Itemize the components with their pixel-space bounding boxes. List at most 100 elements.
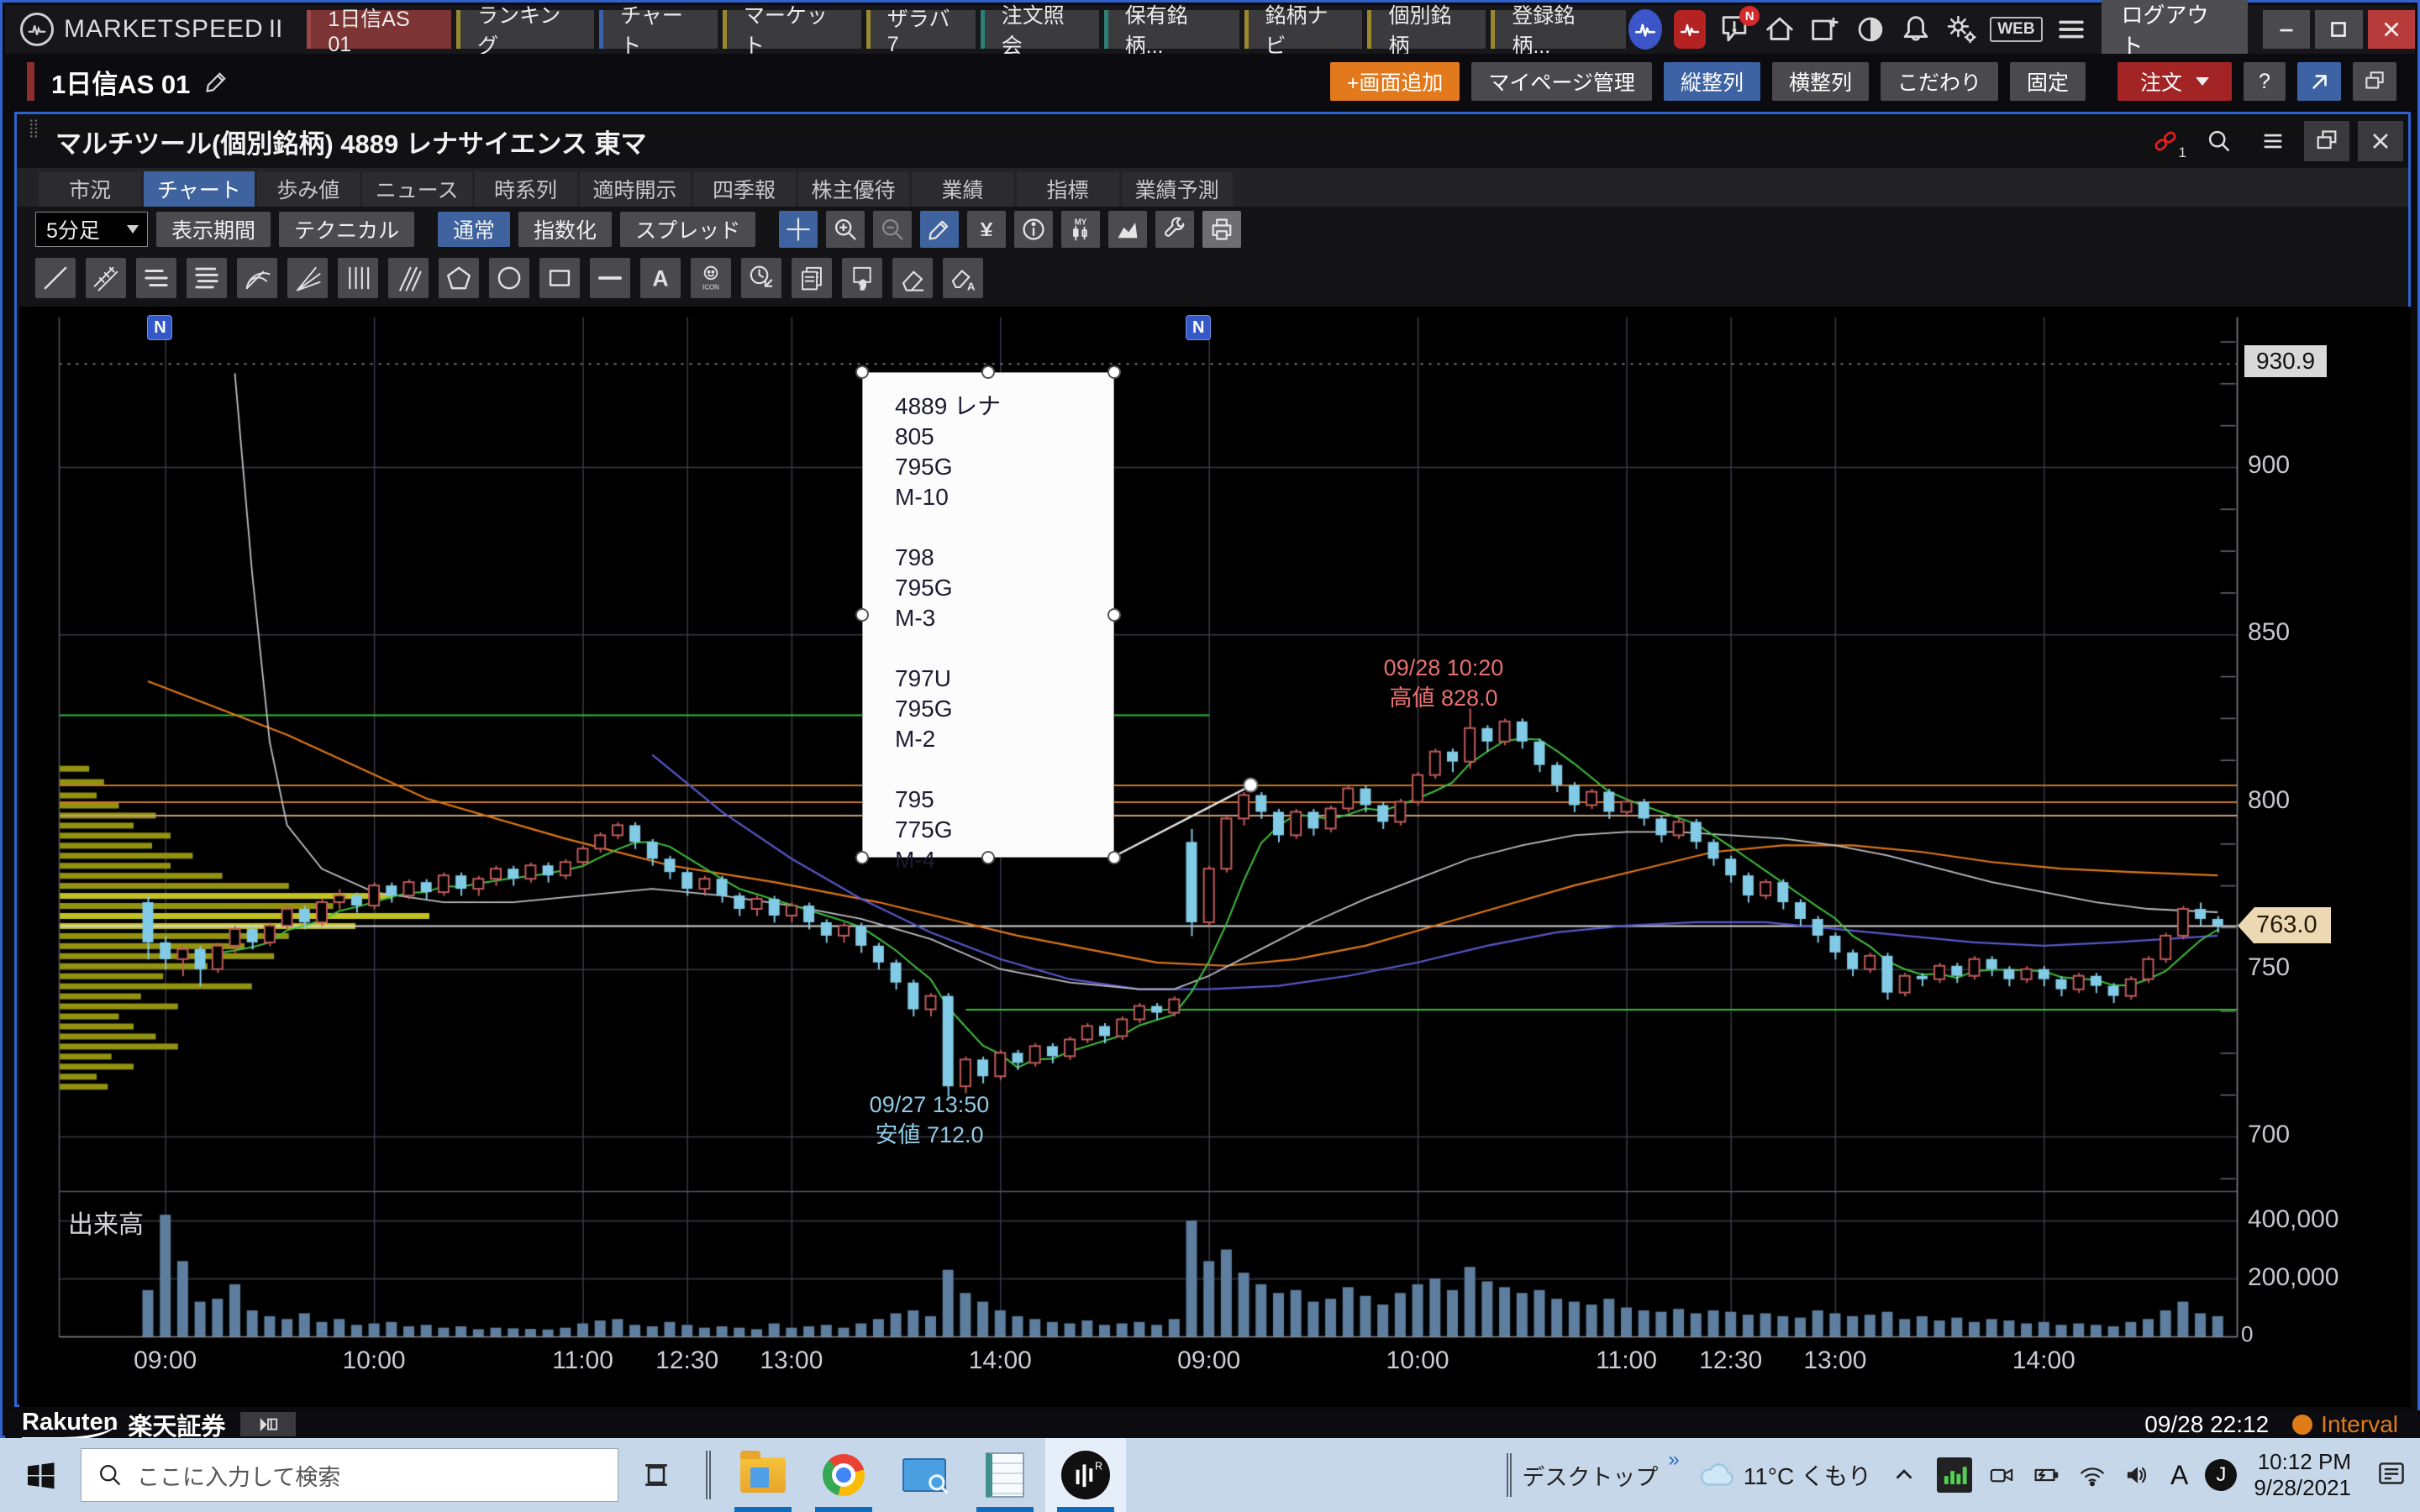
gear-icon[interactable] (1944, 13, 1978, 46)
window-close-icon[interactable] (2358, 121, 2403, 161)
taskbar-clock[interactable]: 10:12 PM 9/28/2021 (2254, 1449, 2351, 1501)
area-chart-icon[interactable] (1108, 211, 1147, 248)
selection-handle[interactable] (981, 365, 995, 379)
window-titlebar[interactable]: マルチツール(個別銘柄) 4889 レナサイエンス 東マ 1 (17, 114, 2408, 168)
toolbar-expand-chevrons[interactable]: » (1668, 1448, 1679, 1472)
tab-指標[interactable]: 指標 (1017, 171, 1119, 207)
edit-page-name-icon[interactable] (203, 68, 230, 95)
trend-line-icon[interactable] (35, 258, 76, 298)
eraser-all-icon[interactable]: A (943, 258, 983, 298)
duplicate-window-button[interactable] (2353, 62, 2396, 101)
time-marker-icon[interactable] (741, 258, 781, 298)
maximize-button[interactable] (2315, 10, 2362, 49)
h-segment-icon[interactable] (590, 258, 630, 298)
menu-tab-マーケット[interactable]: マーケット (723, 10, 861, 49)
close-button[interactable] (2368, 10, 2415, 49)
v-lines-icon[interactable] (338, 258, 378, 298)
fan-lines-icon[interactable] (287, 258, 328, 298)
rect-tool-icon[interactable] (539, 258, 580, 298)
half-panel-icon[interactable] (1854, 13, 1887, 46)
mode-button-指数化[interactable]: 指数化 (518, 212, 612, 247)
crosshair-icon[interactable] (779, 211, 818, 248)
tab-チャート[interactable]: チャート (144, 171, 255, 207)
menu-tab-保有銘柄...[interactable]: 保有銘柄... (1104, 10, 1239, 49)
pagebar-button-こだわり[interactable]: こだわり (1881, 62, 1998, 101)
duplicate-icon[interactable] (792, 258, 832, 298)
pagebar-button-横整列[interactable]: 横整列 (1772, 62, 1869, 101)
bell-icon[interactable] (1899, 13, 1933, 46)
chart-canvas[interactable] (19, 307, 2411, 1407)
menu-tab-チャート[interactable]: チャート (599, 10, 718, 49)
printer-icon[interactable] (1202, 211, 1241, 248)
launch-link-button[interactable] (2297, 62, 2341, 101)
hatched-line-icon[interactable] (86, 258, 126, 298)
toolbar-button-テクニカル[interactable]: テクニカル (279, 212, 414, 247)
menu-tab-個別銘柄[interactable]: 個別銘柄 (1367, 10, 1486, 49)
info-icon[interactable] (1014, 211, 1053, 248)
tab-ニュース[interactable]: ニュース (362, 171, 472, 207)
menu-tab-ランキング[interactable]: ランキング (456, 10, 594, 49)
taskbar-app-magnifier-app[interactable] (884, 1438, 965, 1512)
selection-handle[interactable] (1107, 608, 1121, 622)
chart-tray-icon[interactable] (1937, 1457, 1972, 1493)
selection-handle[interactable] (855, 608, 869, 622)
menu-tab-注文照会[interactable]: 注文照会 (981, 10, 1099, 49)
text-tool-icon[interactable]: A (640, 258, 681, 298)
window-menu-icon[interactable] (2250, 121, 2296, 161)
speaker-tray-icon[interactable] (2122, 1459, 2154, 1491)
tab-歩み値[interactable]: 歩み値 (257, 171, 360, 207)
ime-latin-indicator[interactable]: A (2170, 1460, 2188, 1491)
fib-arcs-icon[interactable] (237, 258, 277, 298)
price-chart[interactable]: 930.9 763.0 09/28 10:20高値 828.0 09/27 13… (19, 307, 2411, 1407)
selection-handle[interactable] (855, 365, 869, 379)
zoom-in-icon[interactable] (826, 211, 865, 248)
action-center-icon[interactable] (2373, 1457, 2410, 1494)
news-marker-1[interactable]: N (147, 315, 172, 340)
pagebar-button-固定[interactable]: 固定 (2010, 62, 2086, 101)
add-window-icon[interactable] (1808, 13, 1842, 46)
zoom-out-icon[interactable] (873, 211, 912, 248)
taskbar-app-notepad[interactable] (965, 1438, 1045, 1512)
pagebar-button-縦整列[interactable]: 縦整列 (1664, 62, 1760, 101)
eraser-icon[interactable] (892, 258, 933, 298)
yen-icon[interactable]: Y (967, 211, 1006, 248)
desktop-toolbar[interactable]: デスクトップ » (1507, 1453, 1679, 1497)
home-icon[interactable] (1763, 13, 1797, 46)
pitchfork-icon[interactable] (388, 258, 429, 298)
pulse-red-icon[interactable] (1674, 10, 1706, 49)
news-marker-2[interactable]: N (1186, 315, 1211, 340)
tab-適時開示[interactable]: 適時開示 (580, 171, 691, 207)
menu-tab-ザラバ7[interactable]: ザラバ7 (866, 10, 976, 49)
pentagon-icon[interactable] (439, 258, 479, 298)
tab-業績[interactable]: 業績 (912, 171, 1014, 207)
h-lines-3-icon[interactable] (136, 258, 176, 298)
interval-select[interactable]: 5分足 (35, 212, 148, 247)
h-lines-4-icon[interactable] (187, 258, 227, 298)
wrench-icon[interactable] (1155, 211, 1194, 248)
taskbar-app-chrome[interactable] (803, 1438, 884, 1512)
taskbar-search-input[interactable]: ここに入力して検索 (81, 1448, 618, 1502)
minimize-button[interactable] (2263, 10, 2310, 49)
order-button[interactable]: 注文 (2118, 62, 2232, 101)
mode-button-スプレッド[interactable]: スプレッド (620, 212, 755, 247)
mode-button-通常[interactable]: 通常 (438, 212, 510, 247)
symbol-search-icon[interactable] (2196, 121, 2242, 161)
icon-stamp-icon[interactable]: ICON (691, 258, 731, 298)
camera-tray-icon[interactable] (1986, 1459, 2018, 1491)
toolbar-button-表示期間[interactable]: 表示期間 (156, 212, 271, 247)
taskbar-app-file-explorer[interactable] (723, 1438, 803, 1512)
link-group-icon[interactable]: 1 (2143, 121, 2188, 161)
drag-grip-icon[interactable] (24, 117, 45, 165)
taskbar-app-marketspeed[interactable]: R (1045, 1438, 1126, 1512)
ime-mode-indicator[interactable]: J (2205, 1459, 2237, 1491)
selection-handle[interactable] (981, 851, 995, 864)
interval-mode-label[interactable]: Interval (2321, 1411, 2398, 1438)
tab-業績予測[interactable]: 業績予測 (1122, 171, 1233, 207)
hand-drag-icon[interactable] (842, 258, 882, 298)
menu-tab-登録銘柄...[interactable]: 登録銘柄... (1491, 10, 1626, 49)
selection-handle[interactable] (1107, 365, 1121, 379)
pencil-icon[interactable] (920, 211, 959, 248)
tab-時系列[interactable]: 時系列 (475, 171, 577, 207)
tab-四季報[interactable]: 四季報 (693, 171, 796, 207)
battery-tray-icon[interactable] (2031, 1459, 2063, 1491)
